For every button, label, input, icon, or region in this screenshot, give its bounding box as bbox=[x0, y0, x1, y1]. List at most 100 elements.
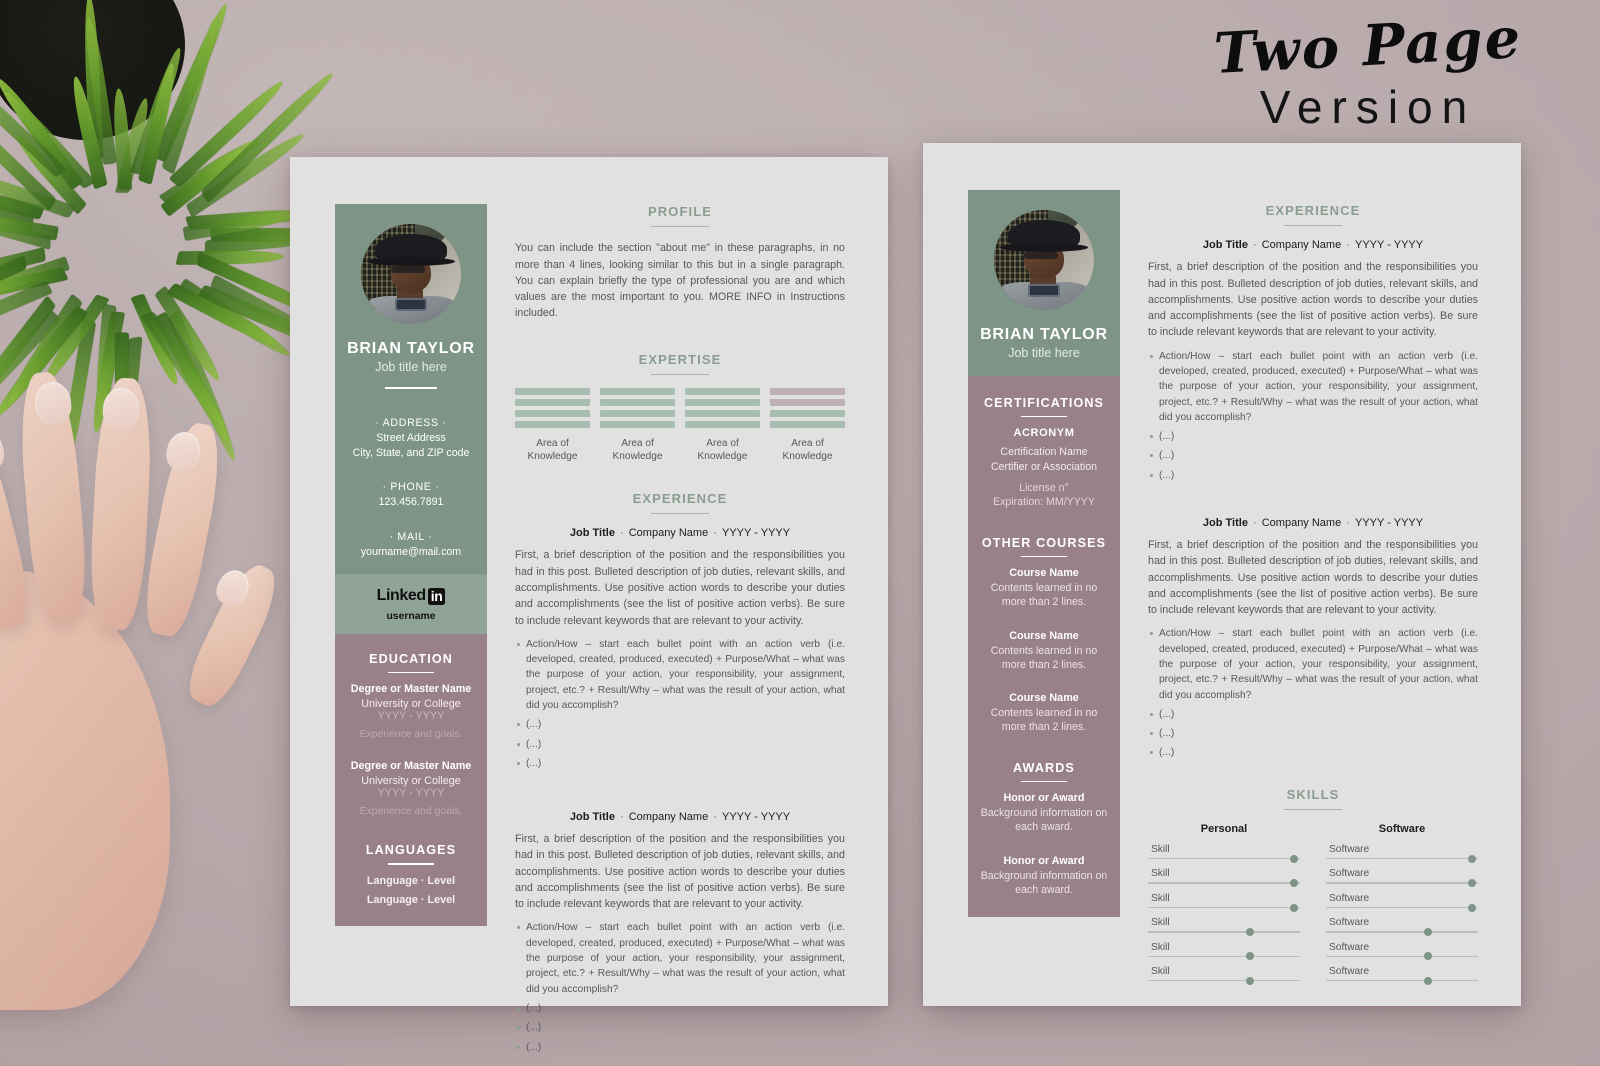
education-rule bbox=[388, 672, 434, 674]
job-title: Job Title bbox=[1202, 239, 1248, 252]
skill-level-dot[interactable] bbox=[1467, 854, 1476, 863]
skill-level-dot[interactable] bbox=[1467, 903, 1476, 912]
skill-level-dot[interactable] bbox=[1289, 903, 1298, 912]
linkedin-band[interactable]: Linked in username bbox=[335, 574, 487, 635]
resume-page-1[interactable]: BRIAN TAYLOR Job title here · ADDRESS · … bbox=[290, 157, 888, 1053]
sidebar-role-2: Job title here bbox=[1008, 346, 1080, 360]
education-school: University or College bbox=[361, 775, 461, 788]
software-label: Software bbox=[1329, 868, 1370, 880]
sidebar-role: Job title here bbox=[375, 360, 447, 374]
skill-level-dot[interactable] bbox=[1245, 927, 1254, 936]
resume-page-2[interactable]: BRIAN TAYLOR Job title here CERTIFICATIO… bbox=[923, 143, 1521, 1006]
skill-track[interactable] bbox=[1148, 927, 1300, 936]
skill-level-dot[interactable] bbox=[1245, 952, 1254, 961]
skill-track[interactable] bbox=[1326, 903, 1478, 912]
job-body: First, a brief description of the positi… bbox=[1148, 539, 1478, 617]
job-bullet: (...) bbox=[1148, 707, 1478, 722]
job-heading: Job Title · Company Name · YYYY - YYYY bbox=[569, 527, 791, 540]
skill-track[interactable] bbox=[1148, 879, 1300, 888]
skill-row: Skill bbox=[1148, 966, 1300, 985]
skill-level-dot[interactable] bbox=[1245, 976, 1254, 985]
skill-track[interactable] bbox=[1326, 952, 1478, 961]
job-heading: Job Title · Company Name · YYYY - YYYY bbox=[569, 811, 791, 824]
expertise-column: Area of Knowledge bbox=[770, 387, 845, 463]
job-title: Job Title bbox=[1202, 517, 1248, 529]
job-entry: Job Title · Company Name · YYYY - YYYY F… bbox=[515, 527, 845, 771]
skill-track[interactable] bbox=[1148, 903, 1300, 912]
skill-track[interactable] bbox=[1326, 879, 1478, 888]
expertise-bar bbox=[515, 398, 590, 406]
profile-text: You can include the section "about me" i… bbox=[515, 242, 845, 320]
courses-rule bbox=[1021, 555, 1067, 557]
education-item: Degree or Master Name University or Coll… bbox=[347, 760, 475, 817]
experience-title-p2: EXPERIENCE bbox=[1265, 203, 1361, 218]
software-label: Software bbox=[1329, 941, 1370, 953]
skill-track[interactable] bbox=[1148, 976, 1300, 985]
job-bullet: (...) bbox=[1148, 448, 1478, 463]
course-desc: Contents learned in no more than 2 lines… bbox=[990, 581, 1098, 609]
mail-label: · MAIL · bbox=[389, 530, 433, 543]
job-title: Job Title bbox=[569, 527, 615, 540]
award-item: Honor or Award Background information on… bbox=[978, 855, 1110, 898]
expertise-bar bbox=[685, 420, 760, 428]
expertise-bar bbox=[685, 398, 760, 406]
expertise-bar bbox=[685, 409, 760, 417]
software-label: Software bbox=[1329, 965, 1370, 977]
skill-track[interactable] bbox=[1148, 952, 1300, 961]
job-body: First, a brief description of the positi… bbox=[515, 549, 845, 627]
skills-columns: Personal Skill Skill Skill Skill Skill S… bbox=[1148, 823, 1478, 990]
mail-value: yourname@mail.com bbox=[360, 545, 462, 558]
page1-jobs: Job Title · Company Name · YYYY - YYYY F… bbox=[515, 527, 845, 1054]
skill-track[interactable] bbox=[1148, 854, 1300, 863]
skills-personal-header: Personal bbox=[1200, 823, 1248, 835]
job-bullet: (...) bbox=[1148, 745, 1478, 760]
expertise-bar bbox=[515, 387, 590, 395]
software-label: Software bbox=[1329, 917, 1370, 929]
job-company: Company Name bbox=[628, 527, 709, 540]
education-degree: Degree or Master Name bbox=[350, 683, 472, 696]
expertise-bar bbox=[685, 387, 760, 395]
cert-association: Certifier or Association bbox=[991, 460, 1097, 473]
education-item: Degree or Master Name University or Coll… bbox=[347, 683, 475, 740]
experience-rule-p2 bbox=[1284, 225, 1342, 227]
languages-rule bbox=[388, 863, 434, 865]
expertise-caption: Area of Knowledge bbox=[697, 437, 748, 463]
awards-rule bbox=[1021, 780, 1067, 783]
skill-track[interactable] bbox=[1326, 927, 1478, 936]
courses-title: OTHER COURSES bbox=[981, 535, 1107, 550]
skill-level-dot[interactable] bbox=[1423, 952, 1432, 961]
job-dates: YYYY - YYYY bbox=[722, 811, 791, 824]
skill-level-dot[interactable] bbox=[1467, 879, 1476, 888]
expertise-grid: Area of Knowledge Area of Knowledge Area o… bbox=[515, 387, 845, 463]
skill-row: Skill bbox=[1148, 844, 1300, 863]
skill-level-dot[interactable] bbox=[1289, 854, 1298, 863]
skill-track[interactable] bbox=[1326, 854, 1478, 863]
expertise-bars bbox=[515, 387, 590, 428]
job-bullet: (...) bbox=[515, 737, 845, 752]
education-title: EDUCATION bbox=[369, 652, 453, 667]
cert-acronym: ACRONYM bbox=[1013, 427, 1075, 440]
expertise-column: Area of Knowledge bbox=[515, 387, 590, 463]
job-company: Company Name bbox=[1261, 517, 1342, 529]
skill-row: Software bbox=[1326, 893, 1478, 912]
job-dates: YYYY - YYYY bbox=[722, 527, 791, 540]
job-bullets: Action/How – start each bullet point wit… bbox=[515, 637, 845, 771]
education-note: Experience and goals. bbox=[359, 729, 463, 741]
cert-license: License n° bbox=[1019, 481, 1069, 494]
skill-level-dot[interactable] bbox=[1423, 927, 1432, 936]
skill-level-dot[interactable] bbox=[1289, 879, 1298, 888]
job-bullet: Action/How – start each bullet point wit… bbox=[1148, 349, 1478, 425]
job-bullet: Action/How – start each bullet point wit… bbox=[515, 920, 845, 996]
education-list: Degree or Master Name University or Coll… bbox=[347, 683, 475, 817]
skill-row: Software bbox=[1326, 844, 1478, 863]
expertise-bar bbox=[515, 409, 590, 417]
linkedin-username: username bbox=[386, 611, 436, 623]
job-bullet: (...) bbox=[1148, 726, 1478, 741]
skill-label: Skill bbox=[1151, 868, 1170, 880]
phone-value: 123.456.7891 bbox=[378, 496, 444, 509]
skill-label: Skill bbox=[1151, 892, 1170, 904]
job-bullet: (...) bbox=[515, 756, 845, 771]
linkedin-badge: in bbox=[427, 587, 446, 605]
skill-level-dot[interactable] bbox=[1423, 976, 1432, 985]
skill-track[interactable] bbox=[1326, 976, 1478, 985]
